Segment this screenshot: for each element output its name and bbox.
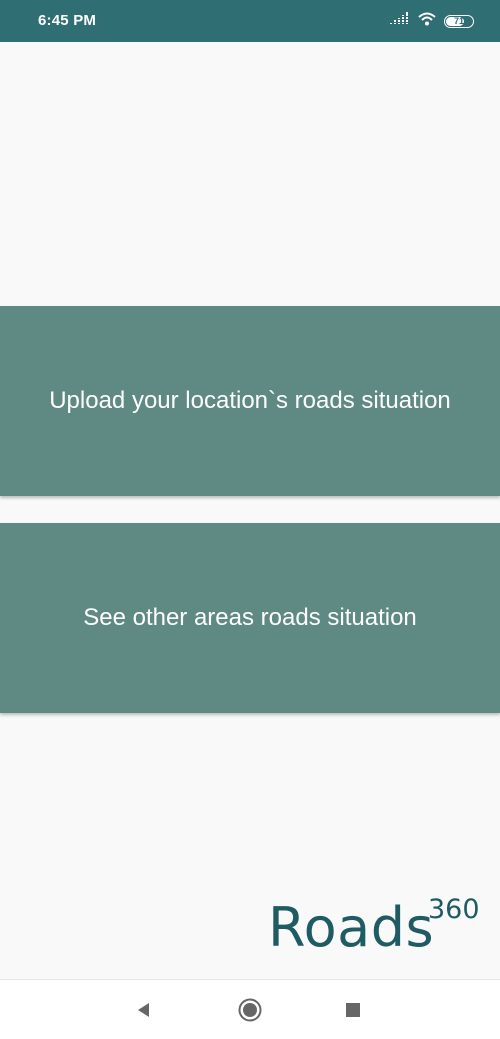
upload-roads-situation-button[interactable]: Upload your location`s roads situation [0, 306, 500, 496]
wifi-icon [418, 12, 436, 31]
logo-superscript: 360 [428, 894, 480, 925]
signal-icon [390, 11, 410, 31]
battery-icon: 71 [444, 14, 474, 28]
battery-level: 71 [453, 15, 464, 26]
back-icon[interactable] [130, 996, 158, 1024]
app-logo: Roads 360 [268, 894, 492, 964]
home-icon[interactable] [236, 996, 264, 1024]
main-content: Upload your location`s roads situation S… [0, 42, 500, 979]
upload-roads-situation-label: Upload your location`s roads situation [49, 387, 451, 414]
logo-main-text: Roads [268, 896, 435, 959]
status-time: 6:45 PM [38, 12, 97, 29]
status-icons: 71 [390, 11, 474, 31]
see-other-areas-label: See other areas roads situation [83, 604, 417, 631]
see-other-areas-button[interactable]: See other areas roads situation [0, 523, 500, 713]
status-bar: 6:45 PM 71 [0, 0, 500, 42]
navigation-bar [0, 979, 500, 1039]
recent-apps-icon[interactable] [339, 996, 367, 1024]
